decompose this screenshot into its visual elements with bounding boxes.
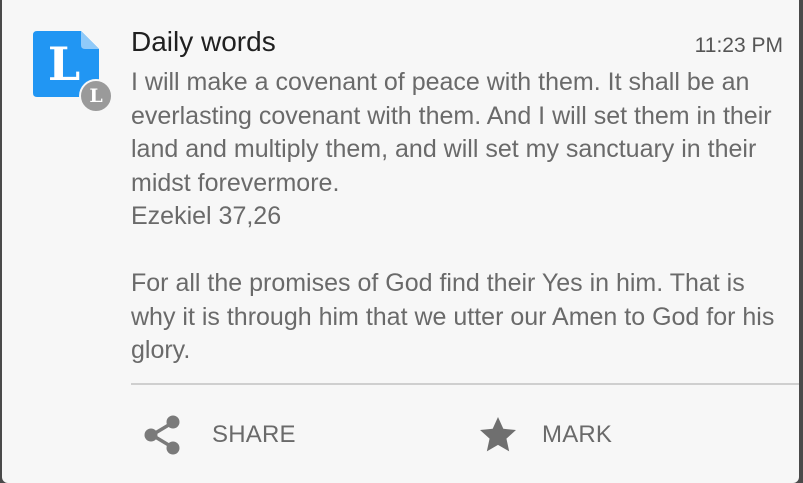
mark-label: MARK: [542, 421, 613, 448]
verse-text-2: For all the promises of God find their Y…: [131, 269, 775, 364]
divider: [131, 383, 799, 385]
verse-text: I will make a covenant of peace with the…: [131, 68, 772, 197]
share-button[interactable]: SHARE: [142, 408, 296, 462]
mark-button[interactable]: MARK: [476, 408, 612, 462]
notification-card[interactable]: L L Daily words 11:23 PM I will make a c…: [2, 0, 799, 483]
notification-body: I will make a covenant of peace with the…: [131, 66, 786, 368]
app-badge: L: [79, 79, 113, 113]
app-icon: L L: [33, 31, 113, 113]
notification-time: 11:23 PM: [694, 34, 783, 57]
star-icon: [480, 417, 516, 452]
share-icon: [144, 415, 180, 455]
notification-title: Daily words: [131, 26, 276, 57]
verse-reference: Ezekiel 37,26: [131, 202, 282, 230]
share-label: SHARE: [212, 421, 296, 448]
